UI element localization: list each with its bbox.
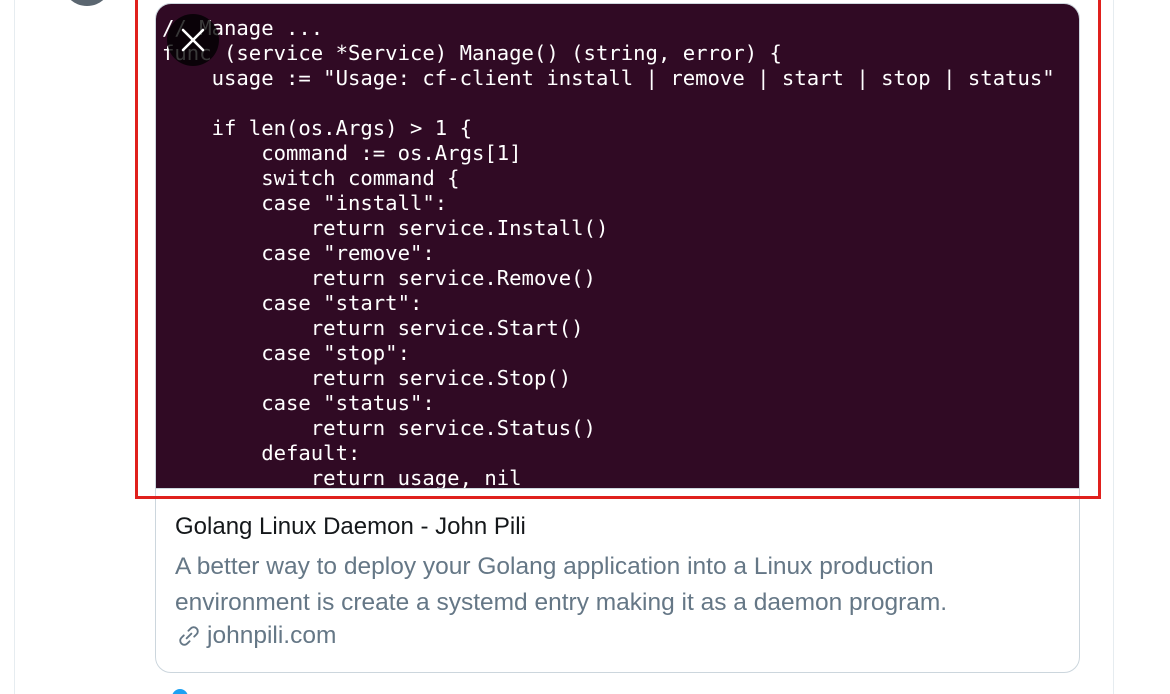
code-line: return service.Start() [162, 316, 584, 340]
code-line: case "stop": [162, 341, 410, 365]
code-line: return service.Remove() [162, 266, 596, 290]
code-line: case "remove": [162, 241, 435, 265]
feed-column-left-border [14, 0, 15, 694]
avatar[interactable] [62, 0, 112, 6]
code-line: case "install": [162, 191, 448, 215]
card-title: Golang Linux Daemon - John Pili [175, 513, 526, 540]
code-line: case "status": [162, 391, 435, 415]
close-icon [181, 28, 205, 52]
code-line: func (service *Service) Manage() (string… [162, 41, 782, 65]
tweet-page: // Manage ... func (service *Service) Ma… [0, 0, 1170, 694]
link-preview-card[interactable]: // Manage ... func (service *Service) Ma… [155, 3, 1080, 673]
feed-column-right-border [1113, 0, 1114, 694]
code-line: return usage, nil [162, 466, 522, 488]
next-item-indicator [172, 689, 188, 694]
code-line: default: [162, 441, 361, 465]
code-snippet: // Manage ... func (service *Service) Ma… [162, 16, 1055, 488]
code-line: switch command { [162, 166, 460, 190]
code-line: return service.Stop() [162, 366, 572, 390]
code-line: command := os.Args[1] [162, 141, 522, 165]
code-line: return service.Install() [162, 216, 609, 240]
code-line: case "start": [162, 291, 423, 315]
card-image[interactable]: // Manage ... func (service *Service) Ma… [156, 4, 1079, 488]
link-icon [179, 626, 199, 646]
card-body[interactable]: Golang Linux Daemon - John Pili A better… [156, 488, 1079, 672]
card-domain-link[interactable]: johnpili.com [175, 622, 336, 650]
code-line: return service.Status() [162, 416, 596, 440]
code-line: usage := "Usage: cf-client install | rem… [162, 66, 1055, 90]
close-button[interactable] [167, 14, 219, 66]
code-line: if len(os.Args) > 1 { [162, 116, 472, 140]
card-description: A better way to deploy your Golang appli… [175, 553, 948, 616]
card-domain: johnpili.com [207, 622, 337, 649]
